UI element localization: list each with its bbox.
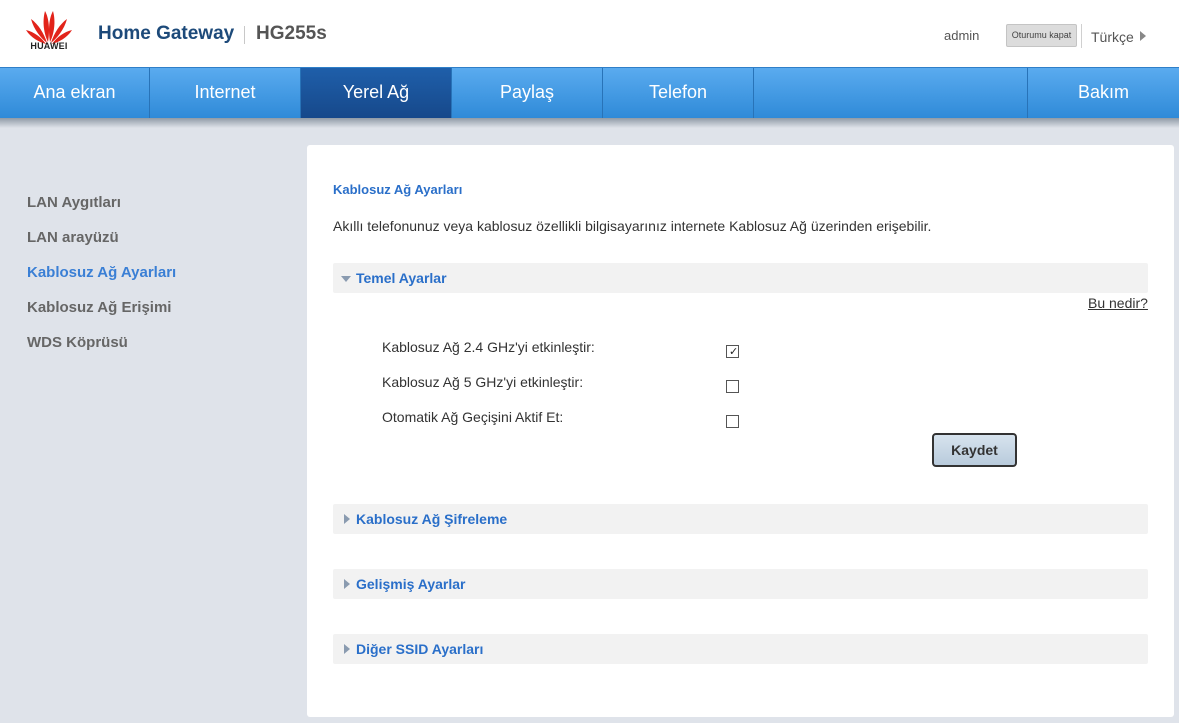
checkbox-wlan-5[interactable] <box>726 380 739 393</box>
help-link[interactable]: Bu nedir? <box>1088 295 1148 311</box>
triangle-down-icon <box>341 276 351 282</box>
section-wlan-encryption[interactable]: Kablosuz Ağ Şifreleme <box>333 504 1148 534</box>
sidebar-item-wlan-access[interactable]: Kablosuz Ağ Erişimi <box>27 299 171 316</box>
logout-button[interactable]: Oturumu kapat <box>1006 24 1077 47</box>
language-label: Türkçe <box>1091 29 1134 45</box>
nav-local-network[interactable]: Yerel Ağ <box>301 68 451 119</box>
section-label: Kablosuz Ağ Şifreleme <box>356 511 508 527</box>
section-label: Temel Ayarlar <box>356 270 447 286</box>
triangle-right-icon <box>344 579 350 589</box>
nav-shadow <box>0 118 1179 128</box>
checkbox-wlan-24[interactable]: ✓ <box>726 345 739 358</box>
section-basic-settings[interactable]: Temel Ayarlar <box>333 263 1148 293</box>
app-title: Home Gateway <box>98 23 235 44</box>
caret-right-icon <box>1139 31 1146 41</box>
content-panel: Kablosuz Ağ Ayarları Akıllı telefonunuz … <box>307 145 1174 717</box>
triangle-right-icon <box>344 644 350 654</box>
model-name: HG255s <box>256 23 327 44</box>
nav-maintenance[interactable]: Bakım <box>1028 68 1179 119</box>
section-label: Diğer SSID Ayarları <box>356 641 484 657</box>
main-nav: Ana ekran Internet Yerel Ağ Paylaş Telef… <box>0 67 1179 119</box>
nav-phone[interactable]: Telefon <box>603 68 753 119</box>
option-label-wlan-5: Kablosuz Ağ 5 GHz'yi etkinleştir: <box>382 374 584 390</box>
save-button[interactable]: Kaydet <box>932 433 1017 467</box>
sidebar-item-lan-interface[interactable]: LAN arayüzü <box>27 229 119 246</box>
brand-text: HUAWEI <box>30 41 68 51</box>
section-advanced-settings[interactable]: Gelişmiş Ayarlar <box>333 569 1148 599</box>
header: HUAWEI Home Gateway HG255s admin Oturumu… <box>0 0 1179 67</box>
page-title: Kablosuz Ağ Ayarları <box>333 182 463 197</box>
sidebar-item-wds-bridge[interactable]: WDS Köprüsü <box>27 334 128 351</box>
username: admin <box>944 28 980 43</box>
language-selector[interactable]: Türkçe <box>1091 29 1146 45</box>
option-label-wlan-24: Kablosuz Ağ 2.4 GHz'yi etkinleştir: <box>382 339 595 355</box>
triangle-right-icon <box>344 514 350 524</box>
option-label-auto-switch: Otomatik Ağ Geçişini Aktif Et: <box>382 409 564 425</box>
checkbox-auto-switch[interactable] <box>726 415 739 428</box>
page-description: Akıllı telefonunuz veya kablosuz özellik… <box>333 218 932 234</box>
sidebar-item-wlan-settings[interactable]: Kablosuz Ağ Ayarları <box>27 264 176 281</box>
check-icon: ✓ <box>729 345 739 358</box>
nav-home[interactable]: Ana ekran <box>0 68 149 119</box>
nav-internet[interactable]: Internet <box>150 68 300 119</box>
title-divider <box>244 26 245 44</box>
sidebar-item-lan-devices[interactable]: LAN Aygıtları <box>27 194 121 211</box>
nav-divider <box>753 68 754 119</box>
nav-share[interactable]: Paylaş <box>452 68 602 119</box>
header-divider <box>1081 24 1082 48</box>
section-label: Gelişmiş Ayarlar <box>356 576 466 592</box>
section-other-ssid[interactable]: Diğer SSID Ayarları <box>333 634 1148 664</box>
